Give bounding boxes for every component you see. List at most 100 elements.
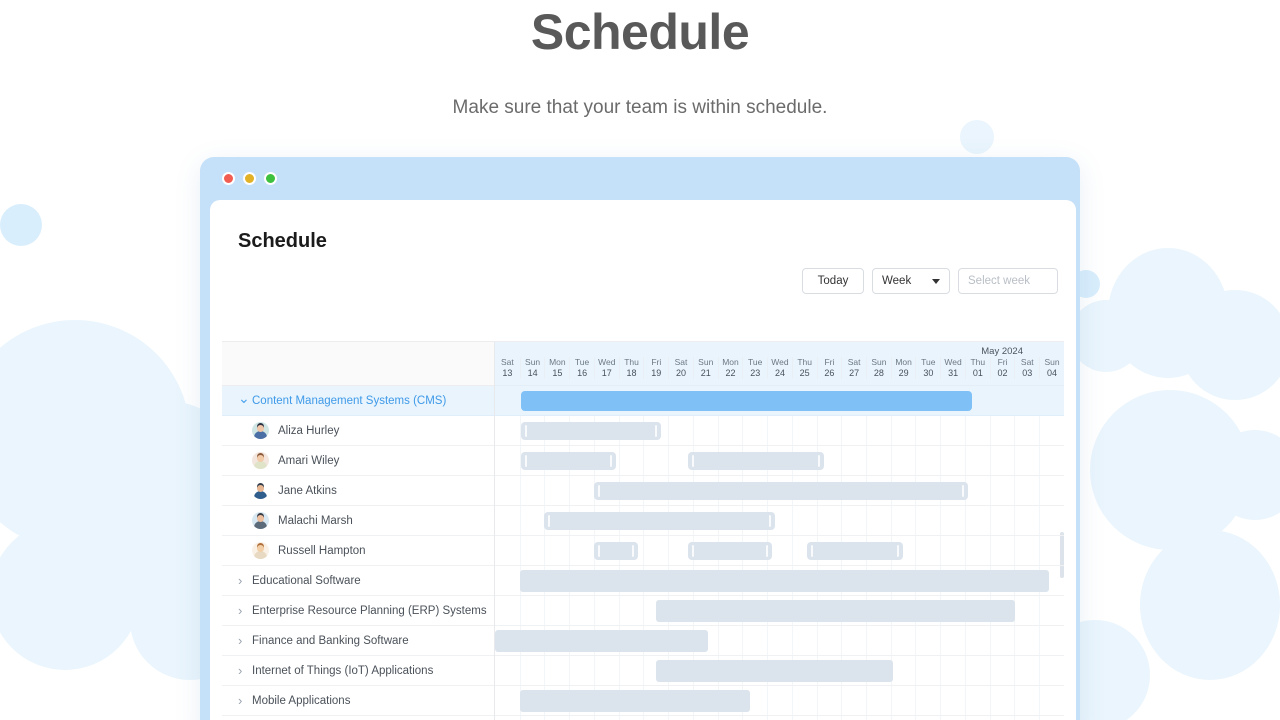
- group-label: Internet of Things (IoT) Applications: [252, 664, 434, 677]
- gantt-bar[interactable]: [593, 542, 639, 560]
- bar-resize-handle-left[interactable]: [597, 485, 600, 497]
- group-row-8[interactable]: › Finance and Banking Software: [222, 626, 494, 656]
- chevron-down-icon: [932, 278, 940, 284]
- close-window-button[interactable]: [222, 172, 235, 185]
- labels-header-cell: [222, 342, 494, 386]
- day-number-label: 14: [527, 367, 538, 378]
- bar-resize-handle-left[interactable]: [691, 545, 694, 557]
- bar-resize-handle-right[interactable]: [897, 545, 900, 557]
- day-of-week-label: Mon: [895, 357, 912, 367]
- day-number-label: 17: [601, 367, 612, 378]
- gantt-bar[interactable]: [495, 630, 708, 652]
- bar-resize-handle-right[interactable]: [766, 545, 769, 557]
- label-rows: ⌄ Content Management Systems (CMS) Aliza H…: [222, 386, 494, 720]
- avatar: [252, 542, 269, 559]
- person-row-1[interactable]: Aliza Hurley: [222, 416, 494, 446]
- gantt-bar[interactable]: [806, 542, 904, 560]
- day-of-week-label: Tue: [574, 357, 590, 367]
- gantt-chart: ⌄ Content Management Systems (CMS) Aliza H…: [222, 341, 1064, 720]
- day-column-header: Sun 21: [692, 357, 718, 379]
- maximize-window-button[interactable]: [264, 172, 277, 185]
- bar-resize-handle-right[interactable]: [961, 485, 964, 497]
- day-column-header: Mon 15: [544, 357, 569, 379]
- minimize-window-button[interactable]: [243, 172, 256, 185]
- group-row-9[interactable]: › Internet of Things (IoT) Applications: [222, 656, 494, 686]
- day-of-week-label: Wed: [771, 357, 789, 367]
- day-of-week-label: Tue: [921, 357, 936, 367]
- gantt-bar[interactable]: [520, 391, 973, 411]
- day-column-header: Mon 22: [717, 357, 743, 379]
- chevron-right-icon[interactable]: ›: [238, 574, 252, 587]
- person-row-2[interactable]: Amari Wiley: [222, 446, 494, 476]
- day-of-week-label: Wed: [944, 357, 962, 367]
- day-column-header: Wed 31: [940, 357, 965, 379]
- group-row-7[interactable]: › Enterprise Resource Planning (ERP) Syst…: [222, 596, 494, 626]
- day-column-header: Fri 26: [816, 357, 842, 379]
- day-number-label: 26: [824, 367, 835, 378]
- bar-resize-handle-left[interactable]: [691, 455, 694, 467]
- person-name: Malachi Marsh: [278, 514, 353, 527]
- gantt-bar[interactable]: [544, 512, 775, 530]
- chevron-right-icon[interactable]: ›: [238, 604, 252, 617]
- app-viewport: Schedule Today Week Select week ⌄ Content…: [210, 200, 1076, 720]
- person-name: Jane Atkins: [278, 484, 337, 497]
- bar-resize-handle-left[interactable]: [548, 515, 551, 527]
- bar-resize-handle-right[interactable]: [768, 515, 771, 527]
- view-mode-select[interactable]: Week: [872, 268, 950, 294]
- bar-resize-handle-right[interactable]: [632, 545, 635, 557]
- bar-resize-handle-right[interactable]: [818, 455, 821, 467]
- group-row-11[interactable]: ›Monthly To-Do's: [222, 716, 494, 720]
- day-number-label: 31: [948, 367, 959, 378]
- page-header: Schedule Make sure that your team is wit…: [0, 0, 1280, 119]
- day-of-week-label: Thu: [624, 357, 639, 367]
- bar-resize-handle-right[interactable]: [610, 455, 613, 467]
- day-column-header: Sat 03: [1014, 357, 1039, 379]
- person-row-4[interactable]: Malachi Marsh: [222, 506, 494, 536]
- day-column-header: Sun 04: [1039, 357, 1064, 379]
- day-of-week-label: Sun: [698, 357, 714, 367]
- gantt-bar[interactable]: [519, 690, 750, 712]
- bar-resize-handle-left[interactable]: [810, 545, 813, 557]
- group-label: Mobile Applications: [252, 694, 351, 707]
- chevron-right-icon[interactable]: ›: [238, 634, 252, 647]
- day-of-week-label: Sat: [847, 357, 861, 367]
- group-row-10[interactable]: › Mobile Applications: [222, 686, 494, 716]
- page-title: Schedule: [530, 4, 750, 60]
- group-label: Content Management Systems (CMS): [252, 394, 447, 407]
- person-row-5[interactable]: Russell Hampton: [222, 536, 494, 566]
- gantt-bar[interactable]: [520, 452, 617, 470]
- gantt-bar[interactable]: [519, 570, 1050, 592]
- avatar: [252, 512, 269, 529]
- gantt-bar[interactable]: [593, 482, 968, 500]
- day-column-header: Fri 19: [643, 357, 668, 379]
- day-column-header: Wed 24: [767, 357, 792, 379]
- schedule-toolbar: Today Week Select week: [210, 253, 1076, 294]
- day-column-header: Thu 18: [618, 357, 644, 379]
- timeline-row-2: [495, 446, 1064, 476]
- chevron-down-icon[interactable]: ⌄: [238, 391, 252, 405]
- timeline-date-header: May 2024 Sat 13 Sun 14 Mon 15 Tue 16 Wed 17 Thu 18 F…: [495, 342, 1064, 386]
- gantt-bar[interactable]: [520, 422, 661, 440]
- gantt-bar[interactable]: [655, 600, 1015, 622]
- timeline-row-0: [495, 386, 1064, 416]
- day-of-week-label: Sat: [500, 357, 514, 367]
- gantt-bar[interactable]: [655, 660, 894, 682]
- person-row-3[interactable]: Jane Atkins: [222, 476, 494, 506]
- bar-resize-handle-right[interactable]: [654, 425, 657, 437]
- bar-resize-handle-left[interactable]: [597, 545, 600, 557]
- chevron-right-icon[interactable]: ›: [238, 694, 252, 707]
- screenshot-root: Schedule Make sure that your team is wit…: [0, 0, 1280, 720]
- group-row-6[interactable]: › Educational Software: [222, 566, 494, 596]
- gantt-bar[interactable]: [687, 452, 825, 470]
- chevron-right-icon[interactable]: ›: [238, 664, 252, 677]
- timeline-row-5: [495, 536, 1064, 566]
- day-of-week-label: Sun: [871, 357, 887, 367]
- group-row-0[interactable]: ⌄ Content Management Systems (CMS): [222, 386, 494, 416]
- week-picker-input[interactable]: Select week: [958, 268, 1058, 294]
- bar-resize-handle-left[interactable]: [524, 425, 527, 437]
- bar-resize-handle-left[interactable]: [524, 455, 527, 467]
- gantt-bar[interactable]: [687, 542, 773, 560]
- day-column-header: Fri 02: [989, 357, 1015, 379]
- today-button[interactable]: Today: [802, 268, 864, 294]
- group-label: Finance and Banking Software: [252, 634, 409, 647]
